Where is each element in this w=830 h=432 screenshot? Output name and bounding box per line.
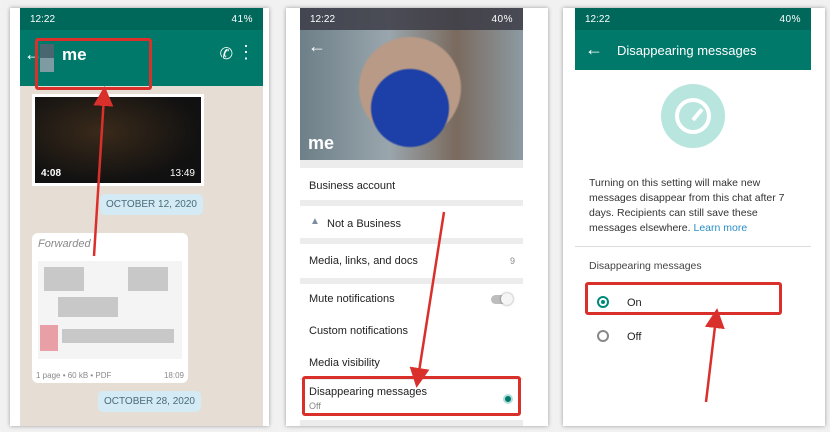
forwarded-document-message[interactable]: Forwarded 1 page • 60 kB • PDF 18:09 <box>32 233 188 383</box>
business-account-label: Business account <box>309 180 396 192</box>
media-visibility-row[interactable]: Media visibility <box>300 348 523 378</box>
visibility-label: Media visibility <box>309 357 380 369</box>
media-label: Media, links, and docs <box>309 255 418 267</box>
highlight-box-contact <box>35 38 152 90</box>
video-timestamp: 13:49 <box>169 168 195 179</box>
blurred-block <box>44 267 84 291</box>
description-text: Turning on this setting will make new me… <box>589 177 785 234</box>
blurred-block <box>62 329 174 343</box>
custom-notifications-row[interactable]: Custom notifications <box>300 316 523 346</box>
section-label: Disappearing messages <box>589 260 702 272</box>
video-message[interactable]: 4:08 13:49 <box>32 94 204 186</box>
description: Turning on this setting will make new me… <box>589 176 807 236</box>
status-bar: 12:22 40% <box>300 8 523 30</box>
learn-more-link[interactable]: Learn more <box>693 222 747 234</box>
document-preview[interactable] <box>38 261 182 359</box>
status-bar: 12:22 41% <box>20 8 263 30</box>
option-off-label: Off <box>627 331 642 343</box>
not-business-label: Not a Business <box>327 218 401 230</box>
option-off[interactable]: Off <box>575 320 811 352</box>
chat-screenshot-panel: 12:22 41% ← me ✆ ⋮ 4:08 13:49 OCTOBER 12… <box>10 8 269 426</box>
status-bar: 12:22 40% <box>575 8 811 30</box>
forwarded-label: Forwarded <box>38 238 91 250</box>
add-call-icon[interactable]: ✆ <box>220 44 233 64</box>
back-arrow-icon[interactable]: ← <box>585 39 603 60</box>
highlight-box-on <box>585 282 782 315</box>
back-arrow-icon[interactable]: ← <box>308 36 326 57</box>
overflow-menu-icon[interactable]: ⋮ <box>524 36 540 56</box>
battery-level: 40% <box>491 13 513 25</box>
notifications-group: Mute notifications Custom notifications … <box>300 284 523 378</box>
disappearing-settings-panel: 12:22 40% ← Disappearing messages Turnin… <box>563 8 825 426</box>
mute-notifications-row[interactable]: Mute notifications <box>300 284 523 314</box>
settings-header: ← Disappearing messages <box>575 30 811 70</box>
profile-name: me <box>308 133 335 153</box>
divider <box>575 246 811 247</box>
media-row[interactable]: Media, links, and docs 9 <box>300 244 523 278</box>
blurred-block <box>40 325 58 351</box>
highlight-box-disappearing <box>302 376 521 416</box>
contact-info-panel: me 12:22 40% ← ⋮ Business account ▲ Not … <box>286 8 548 426</box>
blurred-block <box>128 267 168 291</box>
date-chip: OCTOBER 12, 2020 <box>100 194 203 215</box>
custom-label: Custom notifications <box>309 325 409 337</box>
profile-photo[interactable]: me <box>300 8 523 160</box>
not-business-row: ▲ Not a Business <box>300 206 523 238</box>
battery-level: 41% <box>231 13 253 25</box>
business-account-row[interactable]: Business account <box>300 168 523 200</box>
overflow-menu-icon[interactable]: ⋮ <box>237 42 255 63</box>
blurred-block <box>58 297 118 317</box>
document-time: 18:09 <box>163 371 184 380</box>
page-title: Disappearing messages <box>617 43 757 58</box>
mute-toggle[interactable] <box>491 293 513 305</box>
battery-level: 40% <box>779 13 801 25</box>
status-time: 12:22 <box>30 13 56 25</box>
date-chip: OCTOBER 28, 2020 <box>98 391 201 412</box>
status-time: 12:22 <box>310 13 336 25</box>
mute-label: Mute notifications <box>309 293 395 305</box>
media-count: 9 <box>509 256 515 266</box>
timer-icon <box>661 84 725 148</box>
document-meta: 1 page • 60 kB • PDF <box>36 371 112 380</box>
status-time: 12:22 <box>585 13 611 25</box>
video-duration: 4:08 <box>41 168 62 179</box>
radio-off[interactable] <box>597 330 609 342</box>
business-icon: ▲ <box>310 216 320 227</box>
